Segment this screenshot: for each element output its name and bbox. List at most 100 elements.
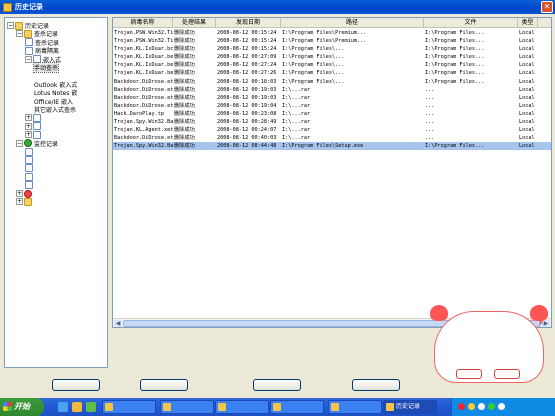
column-header[interactable]: 病毒名称 (113, 18, 173, 27)
taskbar-button[interactable] (270, 400, 324, 414)
app-icon (386, 403, 394, 411)
table-row[interactable]: Backdoor.DiDrose.eta 删除成功 2008-08-12 00:19… (113, 86, 551, 94)
table-row[interactable]: Trojan.KL.IsDuar.bcb 删除成功 2008-08-12 00:15… (113, 45, 551, 53)
tree-node-label: 监控记录 (34, 140, 59, 148)
balloon-close-icon[interactable]: ✕ (538, 319, 544, 327)
windows-logo-icon (3, 402, 12, 411)
cell-file: ... (425, 127, 435, 134)
taskbar-button[interactable] (160, 400, 214, 414)
close-button[interactable] (352, 379, 400, 391)
cell-date: 2008-08-12 00:27:26 (217, 70, 277, 77)
table-row[interactable]: Backdoor.DiDrose.eta 删除成功 2008-08-12 00:19… (113, 102, 551, 110)
cell-name: Backdoor.DiDrose.eta (114, 102, 173, 109)
expand-icon[interactable]: + (16, 198, 23, 206)
collapse-icon[interactable]: − (16, 30, 23, 38)
clear-button[interactable] (52, 379, 100, 391)
app-icon (105, 403, 113, 411)
cell-file: I:\Program Files... (425, 143, 485, 150)
cell-status: 删除成功 (174, 38, 195, 45)
cell-date: 2008-08-12 00:27:24 (217, 62, 277, 69)
balloon-ok-button[interactable] (456, 369, 482, 379)
table-row[interactable]: Trojan.KL.Agent.xet 删除成功 2008-08-12 00:24:… (113, 126, 551, 134)
export-button[interactable] (253, 379, 301, 391)
tray-icon[interactable] (468, 403, 475, 410)
close-icon[interactable]: ✕ (541, 1, 553, 13)
ie-icon[interactable] (58, 402, 68, 412)
collapse-icon[interactable]: − (25, 55, 32, 63)
taskbar-button[interactable] (215, 400, 269, 414)
taskbar-button[interactable]: 历史记录 (383, 400, 437, 414)
doc-icon (25, 147, 33, 156)
cell-file: I:\Program Files... (425, 46, 485, 53)
table-row[interactable]: Backdoor.DiDrose.eta 删除成功 2008-08-12 00:40… (113, 134, 551, 142)
table-row[interactable]: Trojan.PSW.Win32.Tibi..删除成功 2008-08-12 00… (113, 29, 551, 37)
balloon-close-button[interactable] (494, 369, 520, 379)
cell-path: I:\Program Files\... (282, 78, 345, 85)
cell-name: Trojan.Spy.Win32.Bank.. (114, 119, 173, 126)
find-button[interactable] (140, 379, 188, 391)
balloon-body (434, 311, 544, 383)
cell-name: Backdoor.DiDrose.eta (114, 86, 173, 93)
table-row[interactable]: Trojan.KL.IsDuar.be 删除成功 2008-08-12 00:27:… (113, 61, 551, 69)
collapse-icon[interactable]: − (7, 22, 14, 29)
table-row[interactable]: Trojan.KL.IsDuar.be 删除成功 2008-08-12 00:27:… (113, 53, 551, 61)
doc-icon (25, 46, 33, 55)
cell-type: Local (519, 86, 535, 93)
tray-icon[interactable] (488, 403, 495, 410)
cell-status: 删除成功 (174, 30, 195, 36)
table-row[interactable]: Backdoor.DiDrose.eta 删除成功 2008-08-12 00:19… (113, 94, 551, 102)
table-row[interactable]: Trojan.Spy.Win32.Bank..删除成功 2008-08-12 08… (113, 142, 551, 151)
expand-icon[interactable]: + (25, 114, 32, 122)
cell-type: Local (519, 46, 535, 53)
expand-icon[interactable]: + (25, 131, 32, 139)
column-header[interactable]: 发现日期 (216, 18, 281, 27)
doc-icon (33, 130, 41, 139)
tray-icon[interactable] (478, 403, 485, 410)
cell-type: Local (519, 54, 535, 61)
window-titlebar[interactable]: 历史记录 ✕ (0, 0, 555, 14)
taskbar-button-label: 历史记录 (396, 403, 421, 410)
tree-node[interactable]: − 监控记录 (16, 139, 58, 148)
antivirus-tray-icon[interactable] (458, 403, 465, 410)
column-header[interactable]: 类型 (518, 18, 538, 27)
cell-path: I:\...rar (282, 102, 311, 109)
app-icon (3, 2, 12, 12)
cell-name: Backdoor.DiDrose.eta (114, 94, 173, 101)
table-row[interactable]: Trojan.PSW.Win32.Tibi..删除成功 2008-08-12 00… (113, 37, 551, 45)
cell-status: 删除成功 (174, 62, 195, 69)
record-list[interactable]: 病毒名称 处理结果 发现日期 路径 文件 类型 Trojan.PSW.Win32… (112, 17, 552, 328)
table-row[interactable]: Hack.DaroPlay.tp 删除成功 2008-08-12 00:23:08 I… (113, 110, 551, 118)
cell-file: I:\Program Files... (425, 70, 485, 77)
start-label: 开始 (14, 402, 30, 411)
folder-icon (24, 29, 32, 38)
cell-name: Trojan.KL.IsDuar.be (114, 70, 173, 77)
volume-icon[interactable] (498, 403, 505, 410)
column-header[interactable]: 处理结果 (173, 18, 216, 27)
column-header[interactable]: 文件 (424, 18, 518, 27)
expand-icon[interactable]: + (16, 190, 23, 197)
table-row[interactable]: Backdoor.DiDrose.eta 删除成功 2008-08-12 00:18… (113, 78, 551, 86)
cell-date: 2008-08-12 00:40:03 (217, 135, 277, 142)
tree-node[interactable]: + (16, 197, 34, 206)
cell-file: I:\Program Files... (425, 54, 485, 61)
collapse-icon[interactable]: − (16, 139, 23, 147)
start-button[interactable]: 开始 (0, 398, 44, 416)
table-row[interactable]: Trojan.Spy.Win32.Bank..删除成功 2008-08-12 00… (113, 118, 551, 126)
app-icon (273, 403, 281, 411)
taskbar-button[interactable] (102, 400, 156, 414)
cell-date: 2008-08-12 00:15:24 (217, 46, 277, 53)
taskbar-button[interactable] (328, 400, 382, 414)
cell-name: Trojan.PSW.Win32.Tibi.. (114, 38, 173, 45)
scroll-left-icon[interactable]: ◀ (114, 320, 122, 327)
table-row[interactable]: Trojan.KL.IsDuar.be 删除成功 2008-08-12 00:27:… (113, 69, 551, 77)
cell-date: 2008-08-12 00:19:04 (217, 102, 277, 109)
cell-file: ... (425, 135, 435, 142)
doc-icon (25, 164, 33, 173)
tree-node[interactable]: 手动查杀 (32, 62, 60, 73)
expand-icon[interactable]: + (25, 122, 32, 130)
folder-icon[interactable] (72, 402, 82, 412)
history-tree[interactable]: − 历史记录 − 查杀记录 查杀记录 病毒隔离 − 嵌入式 手动查杀 Outlook 嵌入式 Lot… (4, 17, 108, 368)
cell-status: 删除成功 (174, 135, 195, 142)
column-header[interactable]: 路径 (281, 18, 424, 27)
desktop-icon[interactable] (86, 402, 96, 412)
